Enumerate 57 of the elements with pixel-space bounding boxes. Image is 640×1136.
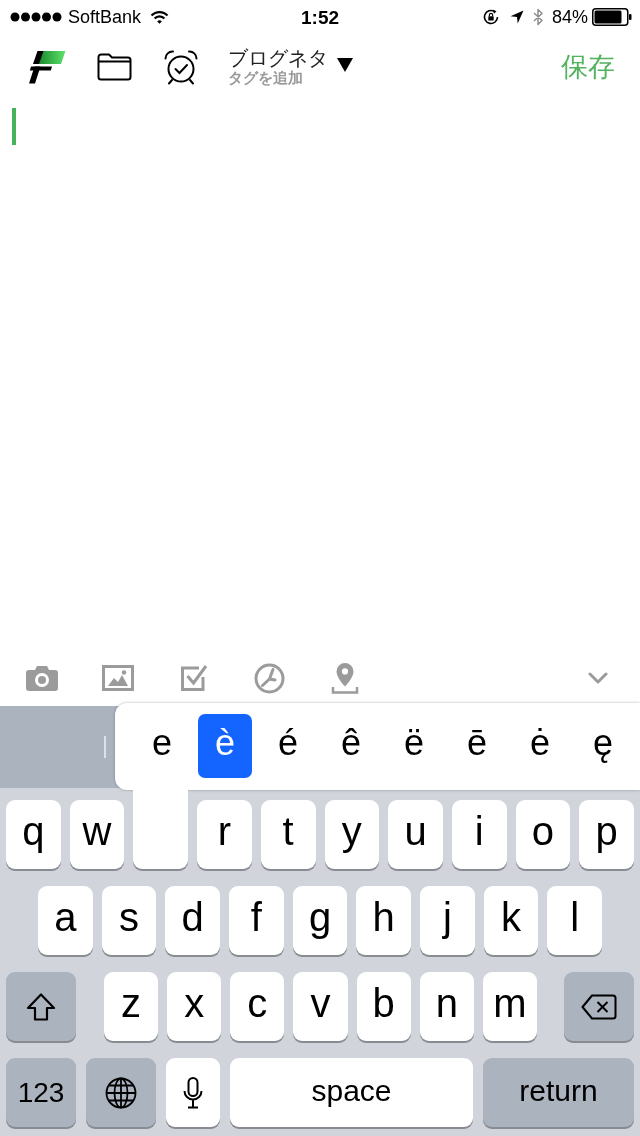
letter-key[interactable]: g (292, 886, 348, 955)
location-pin-icon[interactable] (330, 662, 360, 694)
letter-key[interactable]: l (547, 886, 603, 955)
letter-key[interactable]: c (230, 972, 285, 1041)
folder-icon[interactable] (97, 53, 132, 81)
battery-icon (592, 8, 632, 26)
microphone-icon (183, 1076, 203, 1109)
clock-time: 1:52 (301, 7, 339, 27)
letter-key[interactable]: j (420, 886, 475, 955)
checkbox-icon[interactable] (180, 664, 208, 692)
letter-key[interactable]: a (38, 886, 93, 955)
letter-key[interactable]: s (101, 886, 157, 955)
alarm-clock-icon[interactable] (163, 49, 199, 85)
chevron-down-icon[interactable] (588, 672, 608, 684)
dropdown-caret-icon[interactable] (337, 58, 353, 72)
letter-key[interactable]: u (388, 800, 443, 869)
location-arrow-icon (509, 10, 524, 24)
bluetooth-icon (532, 8, 543, 26)
notebook-title[interactable]: ブログネタ (228, 47, 328, 69)
carrier-name: SoftBank (68, 8, 142, 26)
letter-key[interactable]: k (483, 886, 539, 955)
numbers-key[interactable]: 123 (6, 1058, 76, 1127)
letter-key[interactable]: w (69, 800, 125, 869)
letter-key[interactable]: t (260, 800, 316, 869)
dictation-key[interactable] (166, 1058, 220, 1127)
letter-key[interactable]: z (104, 972, 159, 1041)
signal-strength-icon (10, 12, 62, 22)
letter-key[interactable]: q (6, 800, 61, 869)
logo-icon[interactable] (28, 50, 66, 84)
letter-key[interactable]: h (356, 886, 412, 955)
letter-key[interactable]: b (356, 972, 411, 1041)
letter-key[interactable]: x (167, 972, 222, 1041)
battery-percentage: 84% (551, 8, 588, 26)
space-bar[interactable]: space (230, 1058, 473, 1127)
letter-key[interactable]: d (165, 886, 220, 955)
shift-icon (25, 991, 57, 1022)
letter-key[interactable]: y (324, 800, 380, 869)
letter-key[interactable]: m (482, 972, 537, 1041)
globe-key[interactable] (86, 1058, 156, 1127)
globe-icon (105, 1076, 137, 1109)
delete-key[interactable] (564, 972, 634, 1041)
wifi-icon (150, 10, 170, 24)
image-icon[interactable] (102, 665, 134, 691)
letter-key[interactable]: i (451, 800, 507, 869)
rotation-lock-icon (482, 9, 499, 25)
return-key[interactable]: return (483, 1058, 634, 1127)
letter-key[interactable]: v (293, 972, 348, 1041)
letter-key[interactable]: o (515, 800, 571, 869)
letter-key[interactable]: f (229, 886, 284, 955)
letter-key[interactable]: r (197, 800, 252, 869)
camera-icon[interactable] (26, 665, 58, 691)
shift-key[interactable] (6, 972, 76, 1041)
accent-option[interactable]: è (198, 714, 252, 778)
letter-key[interactable]: p (579, 800, 635, 869)
backspace-icon (581, 993, 617, 1020)
letter-key[interactable]: n (419, 972, 474, 1041)
clock-icon[interactable] (254, 662, 285, 694)
